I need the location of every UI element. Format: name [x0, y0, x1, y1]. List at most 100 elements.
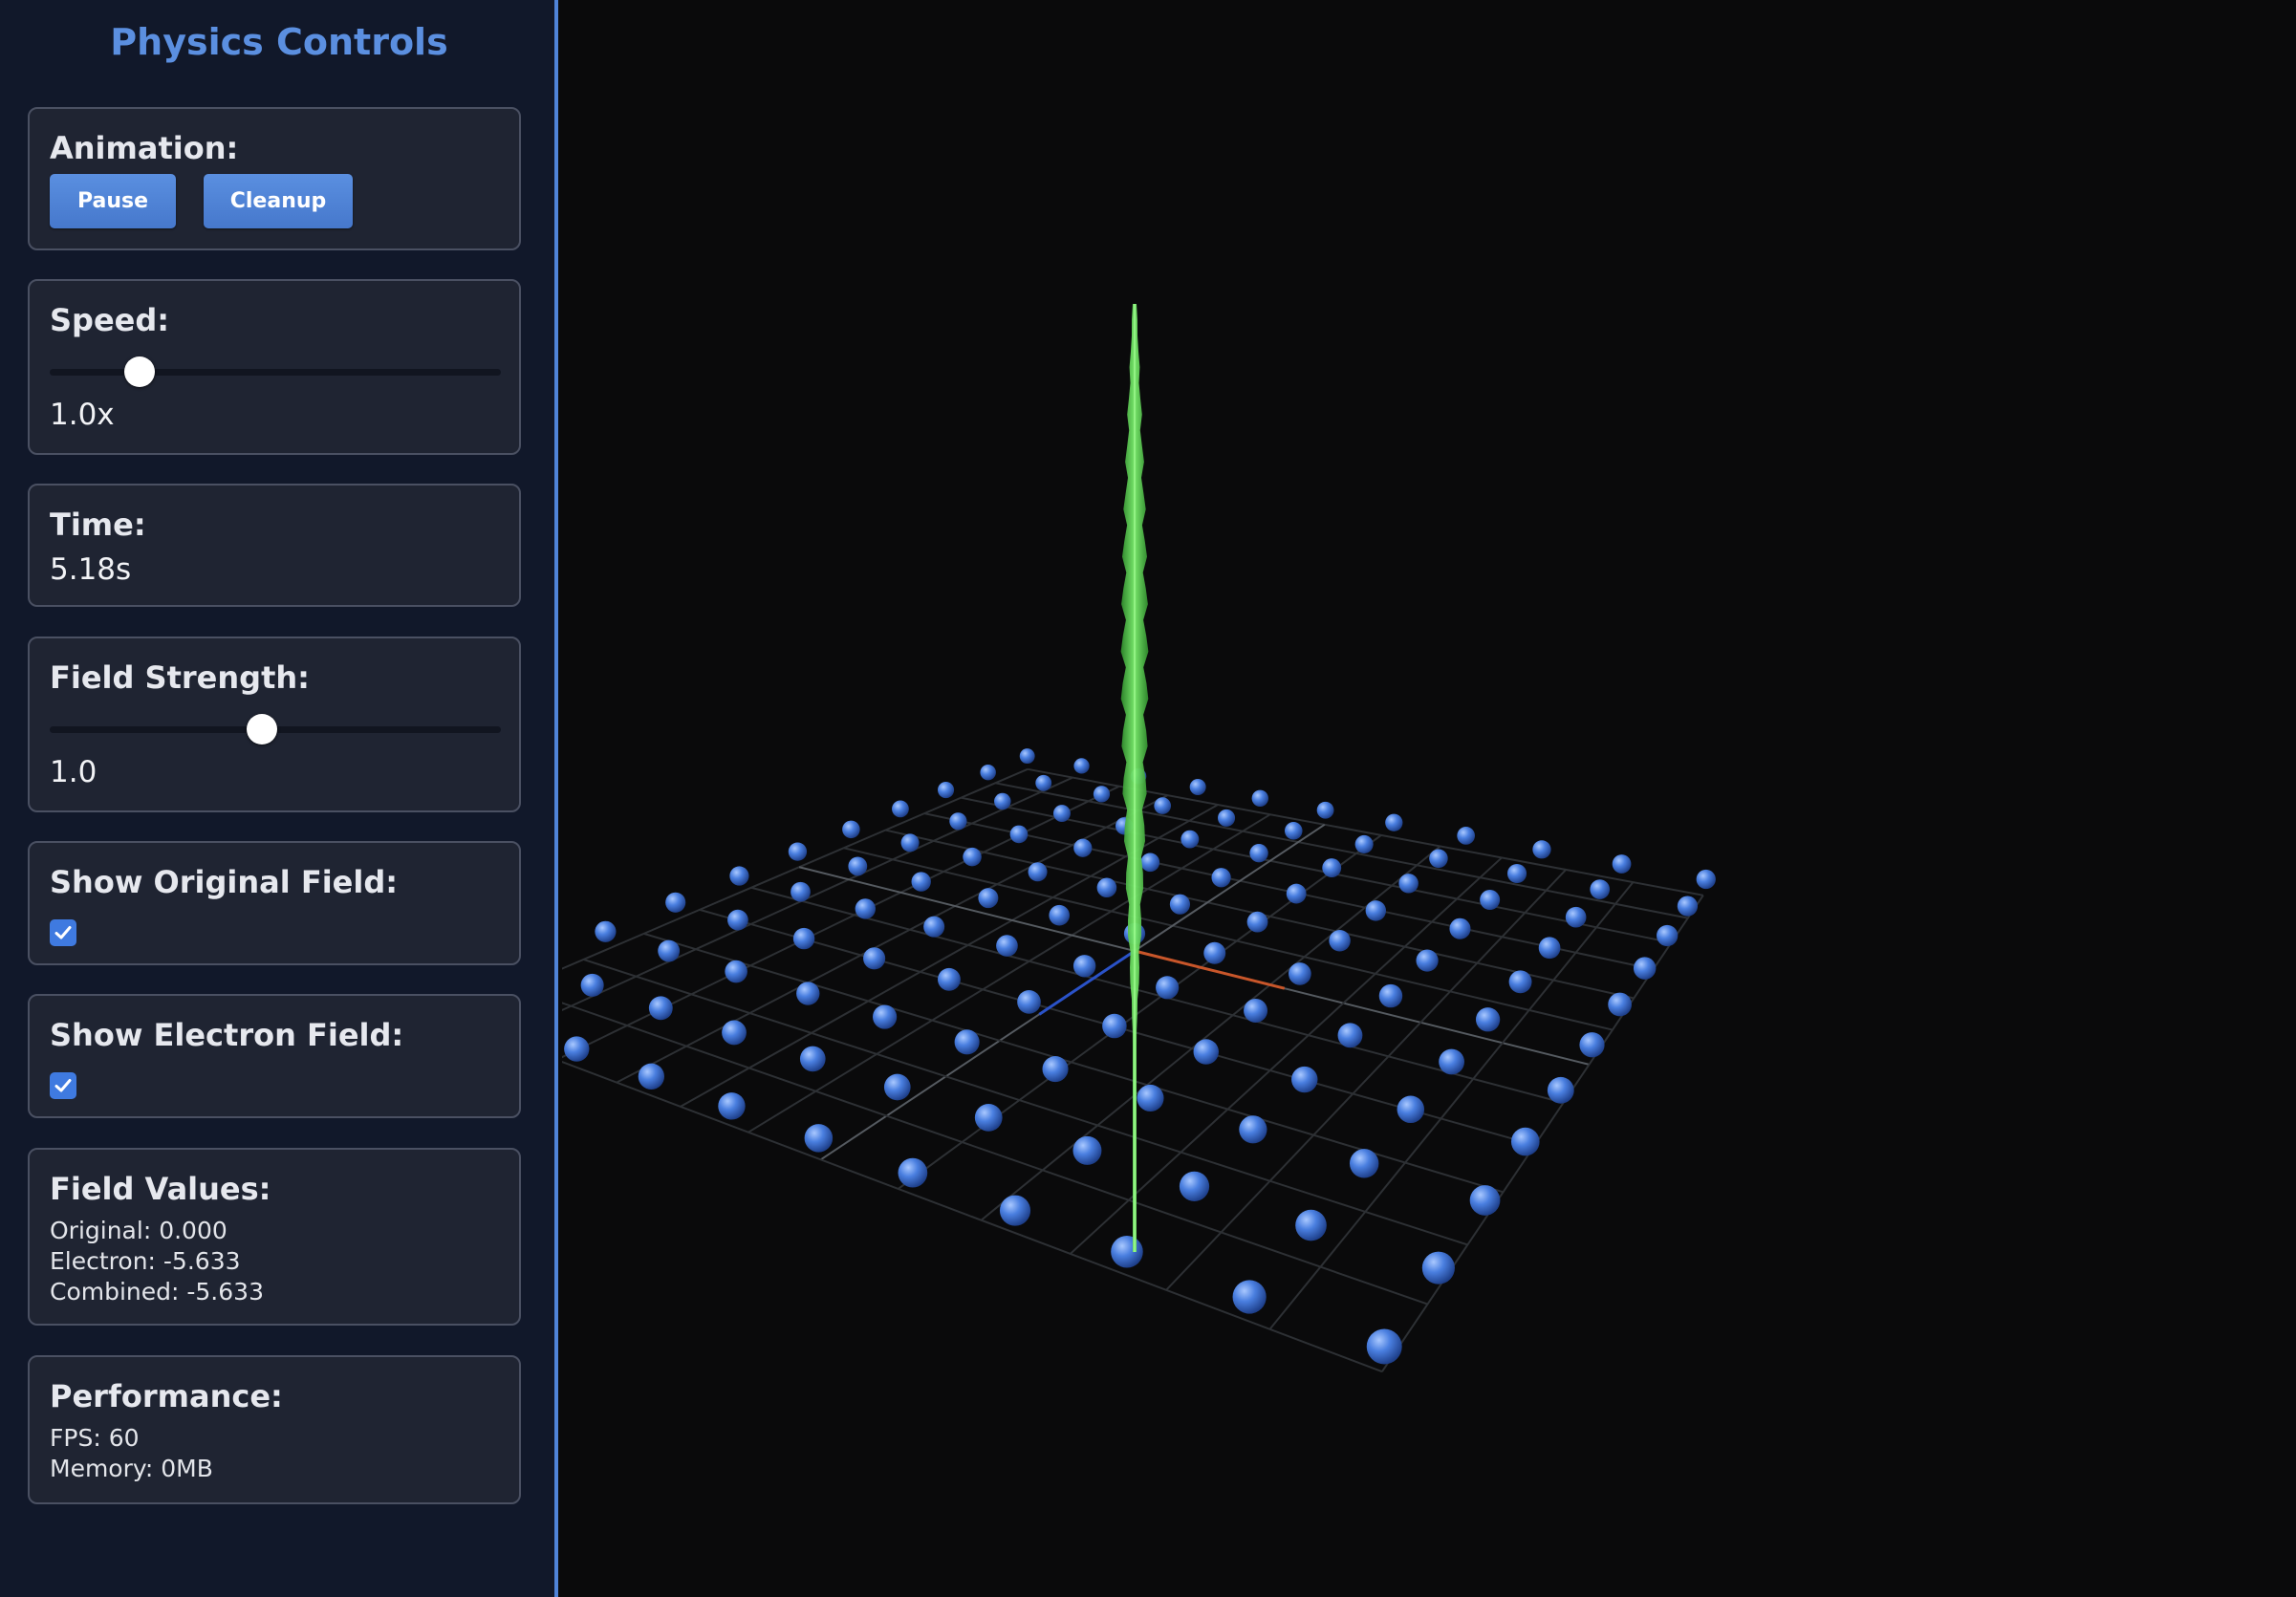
particle-sphere	[1329, 930, 1351, 952]
particle-sphere	[718, 1092, 746, 1120]
particle-sphere	[996, 935, 1018, 957]
animation-panel: Animation: Pause Cleanup	[28, 107, 521, 250]
particle-sphere	[788, 842, 808, 861]
particle-sphere	[1508, 970, 1532, 994]
performance-label: Performance:	[50, 1378, 283, 1414]
particle-sphere	[1286, 883, 1307, 904]
particle-sphere	[954, 1029, 980, 1055]
app-root: Physics Controls Animation: Pause Cleanu…	[0, 0, 2296, 1597]
show-original-panel: Show Original Field:	[28, 841, 521, 965]
field-strength-value: 1.0	[50, 755, 97, 789]
particle-sphere	[1677, 896, 1699, 917]
particle-sphere	[1295, 1209, 1327, 1241]
particle-sphere	[1073, 838, 1093, 857]
particle-sphere	[1009, 825, 1029, 844]
time-value: 5.18s	[50, 552, 132, 587]
particle-sphere	[1035, 774, 1052, 791]
particle-sphere	[1349, 1149, 1379, 1178]
speed-panel: Speed: 1.0x	[28, 279, 521, 455]
electron-value: Electron: -5.633	[50, 1247, 241, 1275]
particle-sphere	[1154, 797, 1172, 814]
particle-sphere	[1457, 827, 1476, 845]
time-panel: Time: 5.18s	[28, 484, 521, 607]
particle-sphere	[638, 1063, 665, 1090]
particle-sphere	[923, 916, 945, 938]
field-values-label: Field Values:	[50, 1171, 271, 1207]
particle-sphere	[648, 996, 673, 1021]
particle-sphere	[1565, 906, 1587, 928]
particle-sphere	[1322, 858, 1342, 878]
particle-sphere	[722, 1020, 747, 1046]
grid-line	[562, 1002, 1428, 1306]
particle-sphere	[999, 1195, 1031, 1226]
particle-sphere	[658, 939, 681, 962]
show-original-checkbox[interactable]	[50, 919, 76, 946]
particle-sphere	[900, 833, 920, 852]
particle-sphere	[883, 1073, 911, 1101]
particle-sphere	[729, 866, 749, 886]
particle-sphere	[1480, 890, 1501, 911]
particle-sphere	[1365, 900, 1387, 921]
particle-sphere	[1052, 805, 1071, 823]
particle-sphere	[1217, 809, 1236, 827]
3d-viewport[interactable]	[562, 0, 2296, 1597]
particle-sphere	[1633, 957, 1657, 980]
show-electron-label: Show Electron Field:	[50, 1017, 404, 1053]
particle-sphere	[949, 812, 967, 831]
animation-label: Animation:	[50, 130, 239, 166]
particle-sphere	[1072, 1135, 1102, 1165]
particle-sphere	[665, 892, 686, 913]
field-strength-slider[interactable]	[50, 714, 501, 745]
particle-sphere	[727, 909, 748, 931]
combined-value: Combined: -5.633	[50, 1278, 264, 1306]
field-scene	[562, 304, 1716, 1373]
speed-label: Speed:	[50, 302, 170, 338]
speed-slider-thumb[interactable]	[124, 356, 156, 387]
particle-sphere	[1189, 779, 1206, 796]
show-electron-panel: Show Electron Field:	[28, 994, 521, 1118]
particle-sphere	[1421, 1251, 1455, 1284]
particle-sphere	[855, 898, 876, 919]
speed-slider[interactable]	[50, 356, 501, 387]
speed-value: 1.0x	[50, 398, 115, 432]
particle-sphere	[1232, 1280, 1267, 1314]
particle-sphere	[1169, 894, 1191, 915]
particle-sphere	[848, 856, 868, 876]
particle-sphere	[1510, 1127, 1540, 1156]
particle-sphere	[1211, 868, 1231, 888]
cleanup-button[interactable]: Cleanup	[204, 174, 353, 228]
particle-sphere	[725, 960, 747, 983]
particle-sphere	[842, 820, 860, 839]
particle-sphere	[791, 881, 811, 902]
show-electron-checkbox[interactable]	[50, 1072, 76, 1099]
pause-button[interactable]: Pause	[50, 174, 176, 228]
particle-sphere	[937, 967, 961, 991]
particle-sphere	[1042, 1056, 1069, 1083]
field-strength-slider-thumb[interactable]	[246, 714, 277, 745]
particle-sphere	[1449, 917, 1471, 939]
particle-sphere	[1439, 1048, 1465, 1075]
performance-panel: Performance: FPS: 60 Memory: 0MB	[28, 1355, 521, 1504]
particle-sphere	[792, 927, 815, 950]
particle-sphere	[1366, 1328, 1402, 1365]
particle-sphere	[1612, 854, 1632, 874]
particle-sphere	[1137, 1084, 1164, 1112]
field-strength-label: Field Strength:	[50, 659, 310, 696]
original-value: Original: 0.000	[50, 1217, 227, 1244]
particle-sphere	[911, 872, 931, 892]
particle-sphere	[974, 1103, 1003, 1132]
particle-sphere	[1246, 911, 1268, 933]
particle-sphere	[1073, 758, 1090, 774]
field-strength-panel: Field Strength: 1.0	[28, 637, 521, 812]
particle-sphere	[978, 888, 999, 909]
grid-line	[1165, 869, 1567, 1291]
particle-sphere	[1475, 1007, 1501, 1032]
particle-sphere	[1111, 1235, 1143, 1268]
particle-sphere	[1249, 844, 1268, 863]
particle-sphere	[892, 800, 909, 818]
particle-sphere	[1102, 1013, 1127, 1039]
particle-sphere	[937, 782, 955, 799]
particle-sphere	[1416, 949, 1439, 972]
particle-sphere	[1203, 941, 1226, 964]
particle-sphere	[1251, 789, 1268, 808]
